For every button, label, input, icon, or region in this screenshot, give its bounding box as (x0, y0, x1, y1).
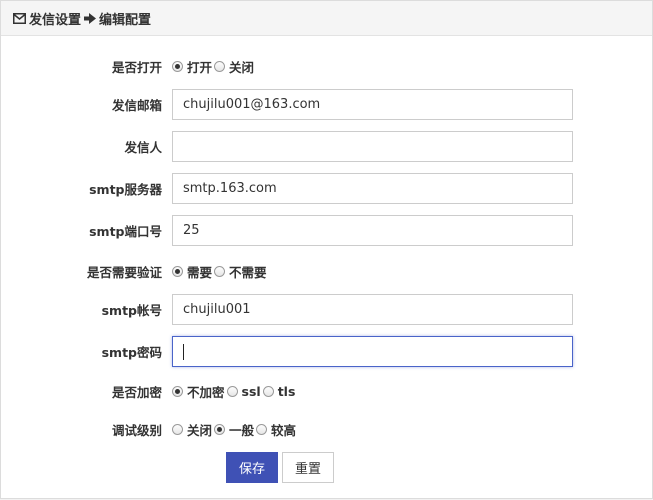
smtp-server-label: smtp服务器 (89, 182, 162, 197)
form-actions: 保存 重置 (226, 452, 335, 483)
smtp-password-label: smtp密码 (101, 345, 162, 360)
radio-checked-icon[interactable] (214, 423, 226, 435)
encryption-radio-none[interactable]: 不加密 (172, 382, 225, 401)
sender-name-row: 发信人 (1, 131, 573, 162)
breadcrumb-page: 编辑配置 (99, 12, 152, 28)
arrow-right-icon (84, 12, 97, 24)
enabled-radio-on[interactable]: 打开 (172, 57, 212, 76)
text-cursor (183, 343, 184, 360)
sender-name-field[interactable] (172, 131, 573, 162)
smtp-port-field[interactable] (172, 215, 573, 246)
enabled-row: 是否打开 打开 关闭 (1, 56, 256, 76)
radio-icon[interactable] (172, 423, 183, 435)
smtp-server-row: smtp服务器 (1, 173, 573, 204)
smtp-account-label: smtp帐号 (101, 303, 162, 318)
save-button[interactable]: 保存 (226, 452, 279, 483)
auth-radio-required[interactable]: 需要 (172, 262, 212, 281)
debug-radio-high[interactable]: 较高 (256, 420, 296, 439)
auth-required-row: 是否需要验证 需要 不需要 (1, 261, 269, 281)
radio-icon[interactable] (214, 60, 226, 72)
auth-required-label: 是否需要验证 (86, 264, 162, 280)
debug-radio-group: 关闭 一般 较高 (172, 420, 298, 439)
smtp-password-row: smtp密码 (1, 336, 573, 367)
smtp-account-row: smtp帐号 (1, 294, 573, 325)
smtp-server-field[interactable] (172, 173, 573, 204)
encryption-radio-group: 不加密 ssl tls (172, 382, 297, 401)
envelope-icon (13, 12, 26, 24)
enabled-radio-group: 打开 关闭 (172, 57, 256, 76)
reset-button[interactable]: 重置 (282, 452, 335, 483)
sender-email-label: 发信邮箱 (111, 98, 162, 113)
sender-name-label: 发信人 (124, 140, 162, 155)
settings-panel: 发信设置 编辑配置 是否打开 打开 关闭 发信邮箱 发信人 (0, 0, 653, 499)
panel-header: 发信设置 编辑配置 (1, 1, 652, 36)
radio-checked-icon[interactable] (172, 385, 183, 397)
radio-icon[interactable] (256, 423, 268, 435)
enabled-radio-off[interactable]: 关闭 (214, 57, 254, 76)
smtp-port-row: smtp端口号 (1, 215, 573, 246)
auth-radio-not-required[interactable]: 不需要 (214, 262, 267, 281)
auth-radio-group: 需要 不需要 (172, 262, 269, 281)
radio-icon[interactable] (226, 385, 238, 397)
smtp-port-label: smtp端口号 (89, 224, 162, 239)
smtp-password-field[interactable] (172, 336, 573, 367)
encryption-radio-ssl[interactable]: ssl (226, 384, 261, 399)
encryption-label: 是否加密 (111, 384, 162, 400)
debug-radio-off[interactable]: 关闭 (172, 420, 212, 439)
debug-level-label: 调试级别 (111, 422, 162, 438)
radio-icon[interactable] (262, 385, 274, 397)
debug-level-row: 调试级别 关闭 一般 较高 (1, 419, 298, 439)
breadcrumb-section[interactable]: 发信设置 (29, 9, 81, 28)
radio-checked-icon[interactable] (172, 265, 183, 277)
sender-email-row: 发信邮箱 (1, 89, 573, 120)
radio-checked-icon[interactable] (172, 60, 183, 72)
debug-radio-normal[interactable]: 一般 (214, 420, 254, 439)
smtp-account-field[interactable] (172, 294, 573, 325)
encryption-row: 是否加密 不加密 ssl tls (1, 381, 297, 401)
radio-icon[interactable] (214, 265, 226, 277)
encryption-radio-tls[interactable]: tls (262, 384, 295, 399)
enabled-label: 是否打开 (111, 59, 162, 75)
sender-email-field[interactable] (172, 89, 573, 120)
